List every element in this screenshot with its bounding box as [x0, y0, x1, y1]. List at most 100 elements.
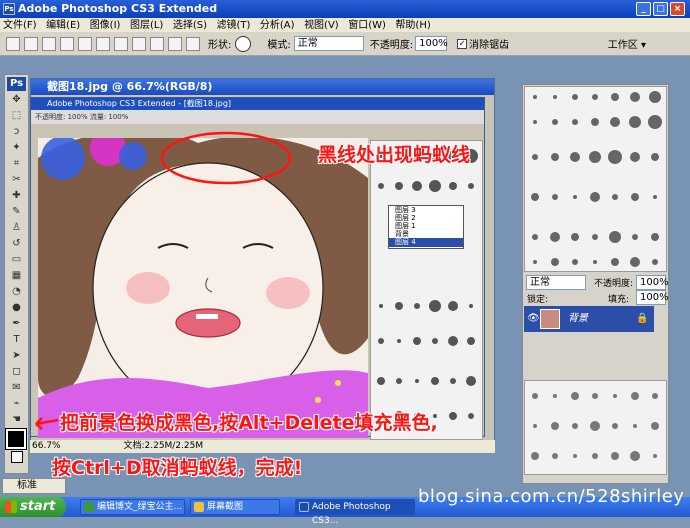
menu-view[interactable]: 视图(V) [304, 20, 339, 31]
line-tool-button[interactable] [168, 36, 182, 51]
document-size: 文档:2.25M/2.25M [123, 441, 204, 451]
menu-select[interactable]: 选择(S) [173, 20, 207, 31]
inner-layer-item[interactable]: 背景 [389, 230, 463, 238]
dodge-tool-icon[interactable]: ● [7, 301, 26, 315]
gradient-tool-icon[interactable]: ▦ [7, 269, 26, 283]
brush-presets-panel[interactable] [370, 140, 483, 440]
status-bar: 66.7% 文档:2.25M/2.25M [30, 440, 495, 453]
tool-preset-button[interactable] [6, 36, 20, 51]
polygon-tool-button[interactable] [150, 36, 164, 51]
menu-file[interactable]: 文件(F) [3, 20, 37, 31]
layer-thumbnail [540, 309, 560, 329]
brush-presets-grid-bottom[interactable] [524, 380, 667, 475]
menu-edit[interactable]: 编辑(E) [46, 20, 80, 31]
app-title: Adobe Photoshop CS3 Extended [18, 2, 218, 15]
pen-tool-icon[interactable]: ✒ [7, 317, 26, 331]
menu-image[interactable]: 图像(I) [90, 20, 121, 31]
layer-name: 背景 [568, 313, 588, 324]
rectangle-tool-button[interactable] [96, 36, 110, 51]
close-button[interactable]: × [670, 2, 685, 16]
options-bar: 形状: 模式: 正常 不透明度: 100% ✓ 消除锯齿 工作区 ▾ [0, 32, 690, 56]
shape-layers-button[interactable] [24, 36, 38, 51]
slice-tool-icon[interactable]: ✂ [7, 173, 26, 187]
move-tool-icon[interactable]: ✥ [7, 93, 26, 107]
custom-shape-tool-button[interactable] [186, 36, 200, 51]
blur-tool-icon[interactable]: ◔ [7, 285, 26, 299]
foreground-color-swatch[interactable] [5, 428, 27, 450]
inner-title-bar: Adobe Photoshop CS3 Extended - [截图18.jpg… [31, 98, 484, 110]
photoshop-icon: Ps [3, 3, 15, 15]
document-title-bar[interactable]: 截图18.jpg @ 66.7%(RGB/8) [31, 79, 494, 95]
workspace-button[interactable]: 工作区 ▾ [608, 36, 646, 51]
brush-tip-grid-bottom [531, 392, 659, 461]
highlight-ellipse [160, 131, 292, 185]
menu-help[interactable]: 帮助(H) [395, 20, 430, 31]
blend-mode-select[interactable]: 正常 [526, 275, 586, 290]
background-color-swatch[interactable] [11, 451, 23, 463]
menu-window[interactable]: 窗口(W) [348, 20, 386, 31]
minimize-button[interactable]: _ [636, 2, 651, 16]
hand-tool-icon[interactable]: ☚ [7, 413, 26, 427]
menu-analysis[interactable]: 分析(A) [260, 20, 295, 31]
app-title-bar: Ps Adobe Photoshop CS3 Extended _ □ × [0, 0, 690, 18]
toolbox: Ps ✥ ⬚ ↄ ✦ ⌗ ✂ ✚ ✎ ♙ ↺ ▭ ▦ ◔ ● ✒ T ➤ ◻ ✉… [4, 74, 29, 474]
photoshop-icon [299, 502, 309, 512]
maximize-button[interactable]: □ [653, 2, 668, 16]
brush-tool-icon[interactable]: ✎ [7, 205, 26, 219]
shape-picker-circle-icon[interactable] [235, 35, 252, 52]
lock-label: 锁定: [527, 295, 549, 305]
fill-label: 填充: [608, 295, 630, 305]
notes-tool-icon[interactable]: ✉ [7, 381, 26, 395]
arrow-icon [35, 417, 59, 430]
brush-tip-grid-right [531, 91, 662, 267]
ime-language-bar[interactable]: 标准 [2, 478, 66, 494]
stamp-tool-icon[interactable]: ♙ [7, 221, 26, 235]
taskbar-item-blog[interactable]: 编辑博文_绿宝公主... [80, 499, 185, 515]
start-label: start [20, 499, 56, 514]
brush-presets-grid[interactable] [524, 86, 667, 272]
antialias-checkbox[interactable]: ✓ [457, 38, 468, 49]
menu-filter[interactable]: 滤镜(T) [216, 20, 250, 31]
windows-logo-icon [5, 501, 17, 513]
ellipse-tool-button[interactable] [132, 36, 146, 51]
inner-layer-item[interactable]: 图层 1 [389, 222, 463, 230]
paths-button[interactable] [42, 36, 56, 51]
lasso-tool-icon[interactable]: ↄ [7, 125, 26, 139]
marquee-tool-icon[interactable]: ⬚ [7, 109, 26, 123]
start-button[interactable]: start [0, 497, 66, 517]
fill-input[interactable]: 100% [636, 290, 669, 305]
eyedropper-tool-icon[interactable]: ⌁ [7, 397, 26, 411]
layer-opacity-input[interactable]: 100% [636, 275, 669, 290]
opacity-input[interactable]: 100% [415, 36, 448, 51]
taskbar-item-label: 屏幕截图 [207, 502, 244, 512]
brush-tip-grid [377, 149, 478, 421]
mode-select[interactable]: 正常 [293, 36, 364, 51]
inner-layer-item[interactable]: 图层 3 [389, 206, 463, 214]
annotation-bottom-line2: 按Ctrl+D取消蚂蚁线，完成! [52, 457, 303, 479]
layer-opacity-label: 不透明度: [594, 279, 634, 289]
history-brush-icon[interactable]: ↺ [7, 237, 26, 251]
crop-tool-icon[interactable]: ⌗ [7, 157, 26, 171]
zoom-level[interactable]: 66.7% [32, 441, 61, 451]
visibility-eye-icon[interactable]: 👁 [527, 306, 540, 332]
ps-logo: Ps [7, 77, 26, 91]
inner-layer-item[interactable]: 图层 2 [389, 214, 463, 222]
taskbar-item-photoshop[interactable]: Adobe Photoshop CS3... [295, 499, 415, 526]
annotation-bottom-line1: 把前景色换成黑色,按Alt+Delete填充黑色, [60, 412, 438, 434]
menu-layer[interactable]: 图层(L) [130, 20, 163, 31]
taskbar-item-screenshot[interactable]: 屏幕截图 [190, 499, 280, 515]
shape-tool-icon[interactable]: ◻ [7, 365, 26, 379]
healing-tool-icon[interactable]: ✚ [7, 189, 26, 203]
inner-options-bar: 不透明度: 100% 流量: 100% [31, 110, 484, 124]
annotation-top: 黑线处出现蚂蚁线 [318, 144, 471, 166]
rounded-rect-tool-button[interactable] [114, 36, 128, 51]
layer-row-background[interactable]: 👁 背景 🔒 [524, 306, 654, 332]
pen-tool-button[interactable] [78, 36, 92, 51]
inner-layer-item-selected[interactable]: 图层 4 [389, 238, 463, 247]
type-tool-icon[interactable]: T [7, 333, 26, 347]
document-title: 截图18.jpg @ 66.7%(RGB/8) [47, 80, 213, 93]
path-select-tool-icon[interactable]: ➤ [7, 349, 26, 363]
fill-pixels-button[interactable] [60, 36, 74, 51]
eraser-tool-icon[interactable]: ▭ [7, 253, 26, 267]
magic-wand-tool-icon[interactable]: ✦ [7, 141, 26, 155]
